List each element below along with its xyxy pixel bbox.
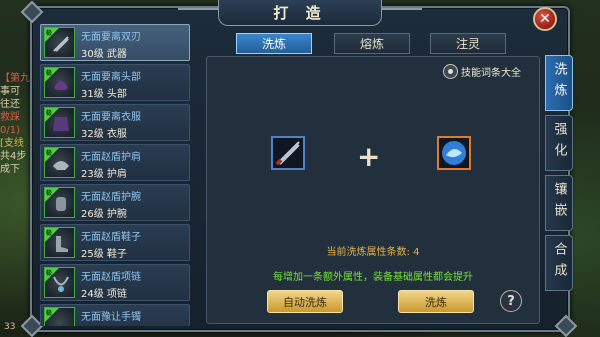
helmet-icon: 极 — [44, 67, 75, 98]
list-item[interactable]: 极 无面赵盾护腕 26级 护腕 — [40, 184, 190, 221]
help-icon[interactable]: ? — [500, 290, 522, 312]
refine-panel — [206, 56, 540, 324]
refine-button[interactable]: 洗炼 — [398, 290, 474, 313]
side-tab-bar: 洗炼 强化 镶嵌 合成 — [545, 55, 575, 295]
side-tab-inlay[interactable]: 镶嵌 — [545, 175, 573, 231]
list-item[interactable]: 极 无面赵盾护肩 23级 护肩 — [40, 144, 190, 181]
item-name: 无面赵盾护腕 — [81, 192, 141, 203]
list-item[interactable]: 极 无面要离衣服 32级 衣服 — [40, 104, 190, 141]
item-name: 无面赵盾护肩 — [81, 152, 141, 163]
level-readout: 33 — [4, 322, 16, 332]
window-title: 打 造 — [273, 4, 327, 22]
item-info: 23级 护肩 — [81, 169, 127, 180]
list-item[interactable]: 极 无面豫让手镯 — [40, 304, 190, 326]
list-item[interactable]: 极 无面赵盾项链 24级 项链 — [40, 264, 190, 301]
item-name: 无面赵盾项链 — [81, 272, 141, 283]
current-attribute-count: 当前洗炼属性条数: 4 — [326, 247, 420, 258]
title-ornament-left — [178, 8, 218, 18]
equipment-list[interactable]: 极 无面要离双刃 30级 武器 极 无面要离头部 31级 头部 极 无面要离衣服… — [40, 24, 190, 326]
item-info: 30级 武器 — [81, 49, 127, 60]
list-item[interactable]: 极 无面赵盾鞋子 25级 鞋子 — [40, 224, 190, 261]
item-info: 31级 头部 — [81, 89, 127, 100]
close-button[interactable]: ✕ — [533, 7, 557, 31]
close-icon: ✕ — [539, 11, 551, 27]
item-name: 无面豫让手镯 — [81, 312, 141, 323]
dual-blade-icon: 极 — [44, 27, 75, 58]
list-item[interactable]: 极 无面要离头部 31级 头部 — [40, 64, 190, 101]
side-tab-combine[interactable]: 合成 — [545, 235, 573, 291]
tab-infuse[interactable]: 注灵 — [430, 33, 506, 54]
skill-glossary-label: 技能词条大全 — [461, 67, 521, 79]
side-tab-enhance[interactable]: 强化 — [545, 115, 573, 171]
side-tab-refine[interactable]: 洗炼 — [545, 55, 573, 111]
plus-icon: + — [357, 140, 381, 173]
top-tab-bar: 洗炼 熔炼 注灵 — [236, 33, 526, 55]
eye-icon — [443, 63, 458, 79]
bracelet-icon: 极 — [44, 307, 75, 326]
boots-icon: 极 — [44, 227, 75, 258]
list-item[interactable]: 极 无面要离双刃 30级 武器 — [40, 24, 190, 61]
equipment-slot[interactable] — [271, 136, 305, 170]
tab-refine[interactable]: 洗炼 — [236, 33, 312, 54]
refine-stone-icon — [442, 141, 466, 165]
auto-refine-button[interactable]: 自动洗炼 — [267, 290, 343, 313]
refine-hint: 每增加一条额外属性，装备基础属性都会提升 — [273, 272, 473, 283]
item-info: 25级 鞋子 — [81, 249, 127, 260]
dual-blade-icon — [275, 141, 300, 166]
material-slot[interactable] — [437, 136, 471, 170]
item-name: 无面赵盾鞋子 — [81, 232, 141, 243]
armor-icon: 极 — [44, 107, 75, 138]
item-info: 32级 衣服 — [81, 129, 127, 140]
tab-smelt[interactable]: 熔炼 — [334, 33, 410, 54]
bracer-icon: 极 — [44, 187, 75, 218]
title-bar: 打 造 — [218, 0, 382, 26]
title-ornament-right — [382, 8, 422, 18]
skill-glossary-link[interactable]: 技能词条大全 — [443, 62, 521, 80]
item-info: 24级 项链 — [81, 289, 127, 300]
shoulder-icon: 极 — [44, 147, 75, 178]
item-name: 无面要离双刃 — [81, 32, 141, 43]
item-info: 26级 护腕 — [81, 209, 127, 220]
necklace-icon: 极 — [44, 267, 75, 298]
item-name: 无面要离头部 — [81, 72, 141, 83]
item-name: 无面要离衣服 — [81, 112, 141, 123]
